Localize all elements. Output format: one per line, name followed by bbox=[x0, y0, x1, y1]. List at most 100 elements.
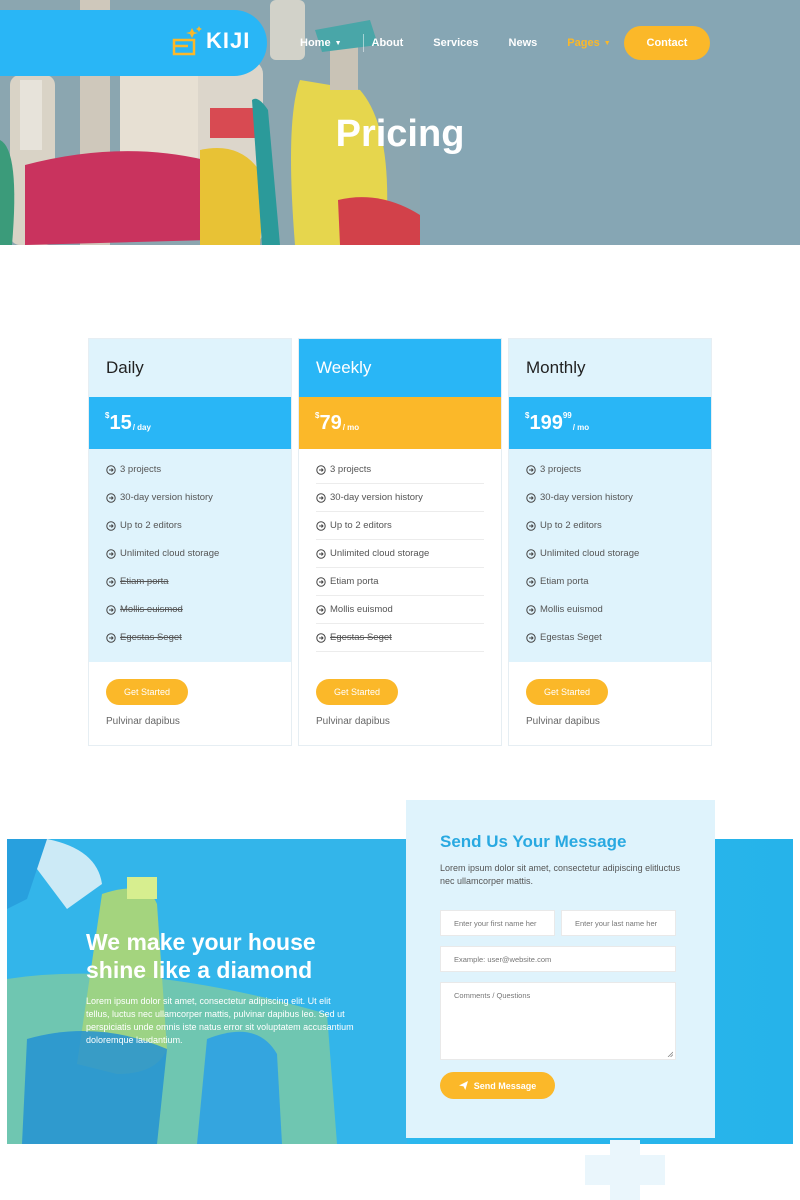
feature-item: 3 projects bbox=[526, 456, 694, 484]
feature-text: Egestas Seget bbox=[540, 632, 602, 643]
last-name-field[interactable]: Enter your last name her bbox=[561, 910, 676, 936]
price-amount: 79 bbox=[319, 411, 342, 434]
feature-text: Mollis euismod bbox=[120, 604, 183, 615]
send-message-button[interactable]: Send Message bbox=[440, 1072, 555, 1099]
sparkle-bucket-icon bbox=[172, 26, 202, 56]
arrow-circle-right-icon bbox=[106, 492, 116, 503]
feature-text: Egestas Seget bbox=[330, 632, 392, 643]
price-amount: 15 bbox=[109, 411, 132, 434]
brand-logo[interactable]: KIJI bbox=[172, 24, 250, 58]
email-field[interactable]: Example: user@website.com bbox=[440, 946, 676, 972]
feature-text: Mollis euismod bbox=[330, 604, 393, 615]
price-cents: 99 bbox=[562, 411, 572, 420]
feature-list: 3 projects 30-day version history Up to … bbox=[299, 449, 501, 662]
arrow-circle-right-icon bbox=[526, 492, 536, 503]
chevron-down-icon: ▼ bbox=[603, 39, 611, 47]
decorative-cross-shape bbox=[585, 1140, 665, 1200]
feature-item: 3 projects bbox=[316, 456, 484, 484]
arrow-circle-right-icon bbox=[526, 632, 536, 643]
arrow-circle-right-icon bbox=[106, 576, 116, 587]
page-title: Pricing bbox=[335, 113, 465, 155]
price-period: / mo bbox=[572, 422, 590, 432]
brand-name: KIJI bbox=[206, 28, 251, 53]
arrow-circle-right-icon bbox=[106, 548, 116, 559]
comments-placeholder: Comments / Questions bbox=[454, 991, 531, 1000]
feature-text: Mollis euismod bbox=[540, 604, 603, 615]
plan-name: Weekly bbox=[299, 339, 501, 397]
chevron-down-icon: ▼ bbox=[334, 39, 342, 47]
plan-footer: Get Started Pulvinar dapibus bbox=[509, 662, 711, 727]
plan-price: $ 199 99 / mo bbox=[509, 397, 711, 449]
promo-text: Lorem ipsum dolor sit amet, consectetur … bbox=[86, 996, 354, 1045]
plan-note: Pulvinar dapibus bbox=[106, 716, 180, 727]
arrow-circle-right-icon bbox=[316, 576, 326, 587]
arrow-circle-right-icon bbox=[106, 632, 116, 643]
feature-text: 30-day version history bbox=[330, 492, 423, 503]
price-amount: 199 bbox=[529, 411, 563, 434]
feature-item: Up to 2 editors bbox=[106, 512, 274, 540]
get-started-button[interactable]: Get Started bbox=[316, 679, 398, 705]
feature-item: Etiam porta bbox=[316, 568, 484, 596]
first-name-field[interactable]: Enter your first name her bbox=[440, 910, 555, 936]
contact-form: Send Us Your Message Lorem ipsum dolor s… bbox=[406, 800, 715, 1138]
pricing-card-monthly: Monthly $ 199 99 / mo 3 projects 30-day … bbox=[508, 338, 712, 746]
arrow-circle-right-icon bbox=[316, 632, 326, 643]
feature-list: 3 projects 30-day version history Up to … bbox=[509, 449, 711, 662]
arrow-circle-right-icon bbox=[316, 492, 326, 503]
feature-text: Up to 2 editors bbox=[540, 520, 602, 531]
arrow-circle-right-icon bbox=[106, 520, 116, 531]
feature-item-unavailable: Etiam porta bbox=[106, 568, 274, 596]
feature-text: Unlimited cloud storage bbox=[540, 548, 640, 559]
feature-item: Mollis euismod bbox=[316, 596, 484, 624]
plan-price: $ 15 / day bbox=[89, 397, 291, 449]
arrow-circle-right-icon bbox=[316, 604, 326, 615]
feature-item-unavailable: Egestas Seget bbox=[106, 624, 274, 652]
get-started-button[interactable]: Get Started bbox=[526, 679, 608, 705]
arrow-circle-right-icon bbox=[316, 520, 326, 531]
feature-item: Up to 2 editors bbox=[316, 512, 484, 540]
arrow-circle-right-icon bbox=[316, 464, 326, 475]
arrow-circle-right-icon bbox=[526, 576, 536, 587]
feature-list: 3 projects 30-day version history Up to … bbox=[89, 449, 291, 662]
arrow-circle-right-icon bbox=[526, 520, 536, 531]
nav-item-news[interactable]: News bbox=[509, 37, 538, 49]
nav-divider bbox=[363, 34, 364, 52]
nav-item-about[interactable]: About bbox=[372, 37, 404, 49]
feature-item: 30-day version history bbox=[526, 484, 694, 512]
nav-item-services[interactable]: Services bbox=[433, 37, 478, 49]
promo-title: We make your house shine like a diamond bbox=[86, 929, 316, 983]
nav-item-pages[interactable]: Pages ▼ bbox=[567, 37, 610, 49]
plan-footer: Get Started Pulvinar dapibus bbox=[299, 662, 501, 727]
nav-item-home[interactable]: Home ▼ bbox=[300, 37, 342, 49]
arrow-circle-right-icon bbox=[316, 548, 326, 559]
plan-footer: Get Started Pulvinar dapibus bbox=[89, 662, 291, 727]
resize-grip-icon[interactable] bbox=[667, 1051, 673, 1057]
main-navigation: Home ▼ About Services News Pages ▼ bbox=[300, 26, 641, 60]
feature-item-unavailable: Mollis euismod bbox=[106, 596, 274, 624]
feature-text: Up to 2 editors bbox=[330, 520, 392, 531]
pricing-card-daily: Daily $ 15 / day 3 projects 30-day versi… bbox=[88, 338, 292, 746]
feature-item: 3 projects bbox=[106, 456, 274, 484]
feature-item: Up to 2 editors bbox=[526, 512, 694, 540]
hero-banner: KIJI Home ▼ About Services News Pages ▼ … bbox=[0, 0, 800, 245]
arrow-circle-right-icon bbox=[526, 464, 536, 475]
feature-text: 3 projects bbox=[330, 464, 372, 475]
paper-plane-icon bbox=[458, 1081, 468, 1090]
feature-item: Unlimited cloud storage bbox=[106, 540, 274, 568]
comments-textarea[interactable]: Comments / Questions bbox=[440, 982, 676, 1060]
price-period: / day bbox=[132, 422, 151, 432]
feature-item: Unlimited cloud storage bbox=[526, 540, 694, 568]
send-message-label: Send Message bbox=[473, 1080, 537, 1091]
feature-item: Unlimited cloud storage bbox=[316, 540, 484, 568]
feature-item: 30-day version history bbox=[316, 484, 484, 512]
contact-button[interactable]: Contact bbox=[624, 26, 710, 60]
get-started-button[interactable]: Get Started bbox=[106, 679, 188, 705]
plan-name: Monthly bbox=[509, 339, 711, 397]
cleaning-products-image bbox=[7, 839, 407, 1144]
form-subtitle: Lorem ipsum dolor sit amet, consectetur … bbox=[440, 863, 681, 886]
feature-text: 3 projects bbox=[540, 464, 582, 475]
feature-text: 30-day version history bbox=[120, 492, 213, 503]
feature-item-unavailable: Egestas Seget bbox=[316, 624, 484, 652]
feature-text: 30-day version history bbox=[540, 492, 633, 503]
feature-text: Etiam porta bbox=[540, 576, 589, 587]
